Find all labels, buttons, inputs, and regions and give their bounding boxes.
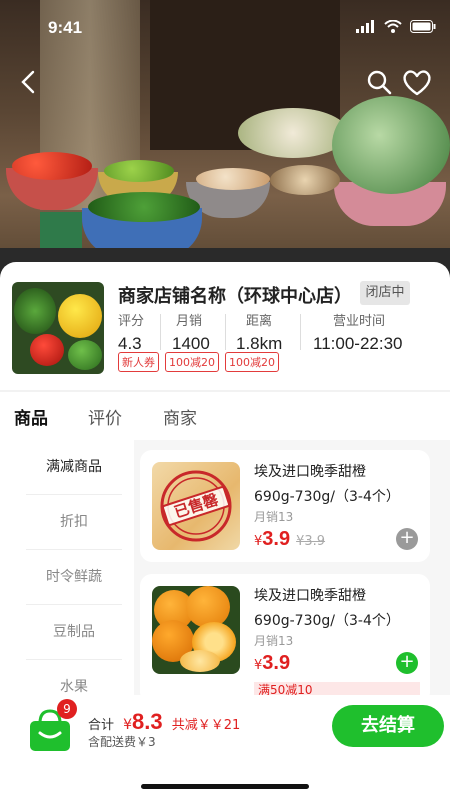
shop-info-card: 商家店铺名称（环球中心店） 闭店中 评分 4.3 月销 1400 距离 1.8k… bbox=[0, 262, 450, 390]
stat-distance-label: 距离 bbox=[246, 314, 273, 329]
shop-tags: 新人券 100减20 100减20 bbox=[118, 352, 279, 372]
back-arrow-icon bbox=[21, 70, 35, 94]
product-title: 埃及进口晚季甜橙 bbox=[254, 588, 366, 604]
stat-rating-value: 4.3 bbox=[118, 334, 142, 353]
product-title: 埃及进口晚季甜橙 bbox=[254, 464, 366, 480]
eggs bbox=[196, 168, 270, 190]
tag-discount[interactable]: 100减20 bbox=[165, 352, 219, 372]
add-to-cart-button[interactable]: + bbox=[396, 528, 418, 550]
back-button[interactable] bbox=[14, 66, 44, 98]
shop-hero-banner: 9:41 bbox=[0, 0, 450, 280]
shop-tabs: 商品 评价 商家 bbox=[0, 392, 450, 440]
status-icons bbox=[356, 20, 436, 33]
home-indicator bbox=[141, 784, 309, 789]
tab-products[interactable]: 商品 bbox=[14, 404, 48, 429]
logo-pepper bbox=[58, 294, 102, 338]
cart-total: 合计 ¥8.3 共减￥￥21 bbox=[88, 709, 240, 735]
product-spec: 690g-730g/（3-4个） bbox=[254, 489, 400, 505]
category-item[interactable]: 豆制品 bbox=[26, 605, 122, 660]
add-to-cart-button[interactable]: + bbox=[396, 652, 418, 674]
kohlrabi bbox=[332, 96, 450, 194]
orange-slice bbox=[180, 650, 220, 672]
signal-icon bbox=[356, 20, 374, 33]
product-spec: 690g-730g/（3-4个） bbox=[254, 613, 400, 629]
delivery-fee-note: 含配送费￥3 bbox=[88, 735, 156, 749]
tag-discount[interactable]: 100减20 bbox=[225, 352, 279, 372]
total-discount: 共减￥￥21 bbox=[171, 718, 241, 733]
stat-monthly-sales: 月销 1400 bbox=[172, 310, 210, 354]
shop-status-badge: 闭店中 bbox=[360, 281, 410, 305]
product-price: ¥3.9 bbox=[254, 652, 290, 675]
stat-divider bbox=[300, 314, 301, 350]
produce-cluster bbox=[270, 165, 340, 195]
stat-rating-label: 评分 bbox=[118, 314, 145, 329]
stat-distance: 距离 1.8km bbox=[236, 310, 282, 354]
plus-icon: + bbox=[399, 651, 415, 672]
stat-divider bbox=[160, 314, 161, 350]
cart-count-badge: 9 bbox=[57, 699, 77, 719]
shop-logo bbox=[12, 282, 104, 374]
tomatoes bbox=[12, 152, 92, 180]
total-label: 合计 bbox=[88, 718, 115, 733]
original-price: ¥3.9 bbox=[296, 534, 326, 549]
category-item[interactable]: 折扣 bbox=[26, 495, 122, 550]
logo-cucumber bbox=[68, 340, 102, 370]
stat-divider bbox=[225, 314, 226, 350]
stat-rating: 评分 4.3 bbox=[118, 310, 144, 354]
shop-name: 商家店铺名称（环球中心店） bbox=[118, 286, 352, 307]
stat-hours-label: 营业时间 bbox=[333, 314, 386, 329]
product-sales: 月销13 bbox=[254, 510, 294, 524]
category-item[interactable]: 时令鲜蔬 bbox=[26, 550, 122, 605]
status-time: 9:41 bbox=[48, 18, 83, 37]
total-currency: ¥ bbox=[123, 717, 133, 733]
wifi-icon bbox=[384, 20, 402, 33]
stat-business-hours: 营业时间 11:00-22:30 bbox=[313, 310, 402, 354]
limes bbox=[104, 160, 174, 182]
logo-leaves bbox=[14, 288, 56, 334]
stat-sales-value: 1400 bbox=[172, 334, 210, 353]
product-image: 已售罄 bbox=[152, 462, 240, 550]
greens bbox=[88, 192, 200, 222]
tag-new-user-coupon[interactable]: 新人券 bbox=[118, 352, 159, 372]
category-item[interactable]: 满减商品 bbox=[26, 440, 122, 495]
tab-merchant[interactable]: 商家 bbox=[163, 404, 197, 429]
product-price: ¥3.9 ¥3.9 bbox=[254, 528, 325, 551]
status-bar: 9:41 bbox=[0, 0, 450, 54]
stat-distance-value: 1.8km bbox=[236, 334, 283, 353]
product-image bbox=[152, 586, 240, 674]
heart-icon bbox=[403, 70, 431, 96]
category-item[interactable]: 水果 bbox=[26, 660, 122, 695]
checkout-button[interactable]: 去结算 bbox=[332, 705, 444, 747]
search-icon bbox=[367, 70, 392, 95]
logo-tomato bbox=[30, 334, 64, 366]
stat-sales-label: 月销 bbox=[176, 314, 203, 329]
search-button[interactable] bbox=[364, 66, 394, 98]
category-list: 满减商品 折扣 时令鲜蔬 豆制品 水果 bbox=[0, 440, 134, 695]
price-value: 3.9 bbox=[262, 528, 291, 550]
tab-reviews[interactable]: 评价 bbox=[88, 404, 122, 429]
battery-icon bbox=[410, 20, 436, 33]
price-value: 3.9 bbox=[262, 652, 291, 674]
product-sales: 月销13 bbox=[254, 634, 294, 648]
product-card[interactable]: 已售罄 埃及进口晚季甜橙 690g-730g/（3-4个） 月销13 ¥3.9 ¥… bbox=[140, 450, 430, 562]
stat-hours-value: 11:00-22:30 bbox=[313, 334, 403, 353]
promo-strip: 满50减10 bbox=[254, 682, 420, 695]
product-card[interactable]: 埃及进口晚季甜橙 690g-730g/（3-4个） 月销13 ¥3.9 + 满5… bbox=[140, 574, 430, 695]
total-value: 8.3 bbox=[132, 709, 163, 734]
favorite-button[interactable] bbox=[400, 66, 434, 98]
product-area: 满减商品 折扣 时令鲜蔬 豆制品 水果 已售罄 埃及进口晚季甜橙 690g-73… bbox=[0, 440, 450, 695]
plus-icon: + bbox=[399, 527, 415, 548]
